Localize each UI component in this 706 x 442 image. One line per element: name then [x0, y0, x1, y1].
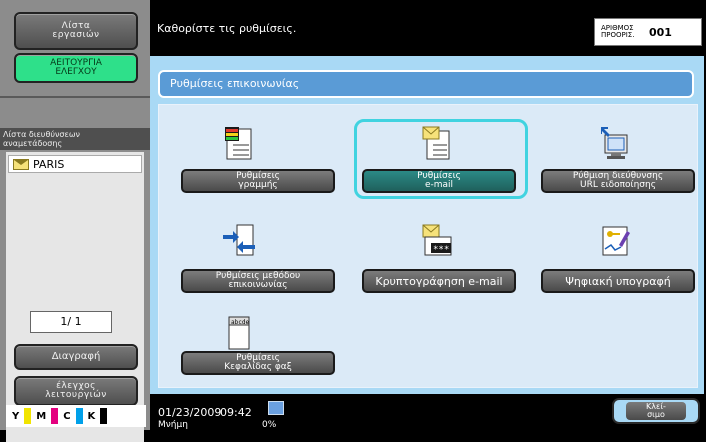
- toner-c-label: C: [63, 410, 71, 422]
- line-settings-icon: [225, 127, 252, 160]
- footer-date: 01/23/2009: [158, 406, 222, 419]
- communication-method-button[interactable]: Ρυθμίσεις μεθόδου επικοινωνίας: [181, 269, 335, 293]
- destination-count-value: 001: [649, 25, 672, 39]
- destination-count-box: ΑΡΙΘΜΟΣ ΠΡΟΟΡΙΣ. 001: [594, 18, 702, 46]
- digital-signature-button[interactable]: Ψηφιακή υπογραφή: [541, 269, 695, 293]
- close-button-face: Κλεί- σιμο: [626, 402, 686, 420]
- check-function-button[interactable]: ΑΕΙΤΟΥΡΓΙΑ ΕΛΕΓΧΟΥ: [14, 53, 138, 83]
- status-message: Καθορίστε τις ρυθμίσεις.: [157, 22, 297, 35]
- line-settings-button[interactable]: Ρυθμίσεις γραμμής: [181, 169, 335, 193]
- settings-grid: Ρυθμίσεις γραμμής Ρυθμίσεις e-mail Ρύθμι…: [158, 104, 698, 388]
- email-settings-label-2: e-mail: [424, 180, 454, 190]
- email-settings-button[interactable]: Ρυθμίσεις e-mail: [362, 169, 516, 193]
- broadcast-destination-header: Λίστα διευθύνσεων αναμετάδοσης: [0, 128, 150, 150]
- page-indicator: 1/ 1: [30, 311, 112, 333]
- url-notification-icon: [601, 127, 628, 159]
- email-icon: [13, 158, 29, 170]
- toner-y-bar: [24, 408, 32, 424]
- panel-title: Ρυθμίσεις επικοινωνίας: [158, 70, 694, 98]
- toner-c-bar: [75, 408, 83, 424]
- close-button[interactable]: Κλεί- σιμο: [612, 398, 700, 424]
- dest-header-line2: αναμετάδοσης: [3, 139, 63, 148]
- fax-header-label-2: Κεφαλίδας φαξ: [224, 362, 292, 372]
- delete-button[interactable]: Διαγραφή: [14, 344, 138, 370]
- network-status-icon: [268, 401, 284, 415]
- job-list-label-2: εργασιών: [52, 30, 100, 40]
- check-details-button[interactable]: έλεγχος λειτουργιών: [14, 376, 138, 406]
- url-notification-label-2: URL ειδοποίησης: [579, 180, 656, 190]
- memory-value: 0%: [262, 420, 277, 430]
- footer-time: 09:42: [220, 406, 252, 419]
- svg-text:abcde: abcde: [231, 319, 249, 326]
- memory-label: Μνήμη: [158, 420, 188, 430]
- sidebar: Λίστα εργασιών ΑΕΙΤΟΥΡΓΙΑ ΕΛΕΓΧΟΥ Λίστα …: [0, 0, 150, 442]
- toner-y-label: Y: [12, 410, 20, 422]
- dest-header-line1: Λίστα διευθύνσεων: [3, 130, 80, 139]
- toner-k-label: K: [87, 410, 96, 422]
- close-label-2: σιμο: [647, 410, 665, 419]
- destination-count-label: ΑΡΙΘΜΟΣ ΠΡΟΟΡΙΣ.: [601, 25, 641, 39]
- svg-text:***: ***: [433, 245, 449, 255]
- url-notification-button[interactable]: Ρύθμιση διεύθυνσης URL ειδοποίησης: [541, 169, 695, 193]
- email-encryption-button[interactable]: Κρυπτογράφηση e-mail: [362, 269, 516, 293]
- fax-header-icon: abcde: [228, 316, 250, 350]
- toner-k-bar: [100, 408, 108, 424]
- communication-method-label-2: επικοινωνίας: [228, 280, 288, 290]
- check-details-label-2: λειτουργιών: [45, 390, 107, 400]
- main-panel: Ρυθμίσεις επικοινωνίας Ρυθμίσεις γραμμής: [150, 56, 704, 394]
- communication-method-icon: [223, 224, 255, 256]
- destination-name: PARIS: [33, 157, 65, 171]
- digital-signature-icon: [602, 226, 630, 256]
- toner-m-bar: [51, 408, 59, 424]
- destination-count-label-2: ΠΡΟΟΡΙΣ.: [601, 31, 635, 39]
- destination-item[interactable]: PARIS: [8, 155, 142, 173]
- job-list-button[interactable]: Λίστα εργασιών: [14, 12, 138, 50]
- sidebar-divider: [0, 96, 150, 98]
- check-function-label-2: ΕΛΕΓΧΟΥ: [55, 67, 97, 77]
- email-settings-icon: [422, 126, 450, 160]
- email-encryption-icon: ***: [422, 224, 452, 256]
- fax-header-button[interactable]: Ρυθμίσεις Κεφαλίδας φαξ: [181, 351, 335, 375]
- toner-indicator: Y M C K: [6, 405, 146, 427]
- toner-m-label: M: [36, 410, 47, 422]
- line-settings-label-2: γραμμής: [238, 180, 278, 190]
